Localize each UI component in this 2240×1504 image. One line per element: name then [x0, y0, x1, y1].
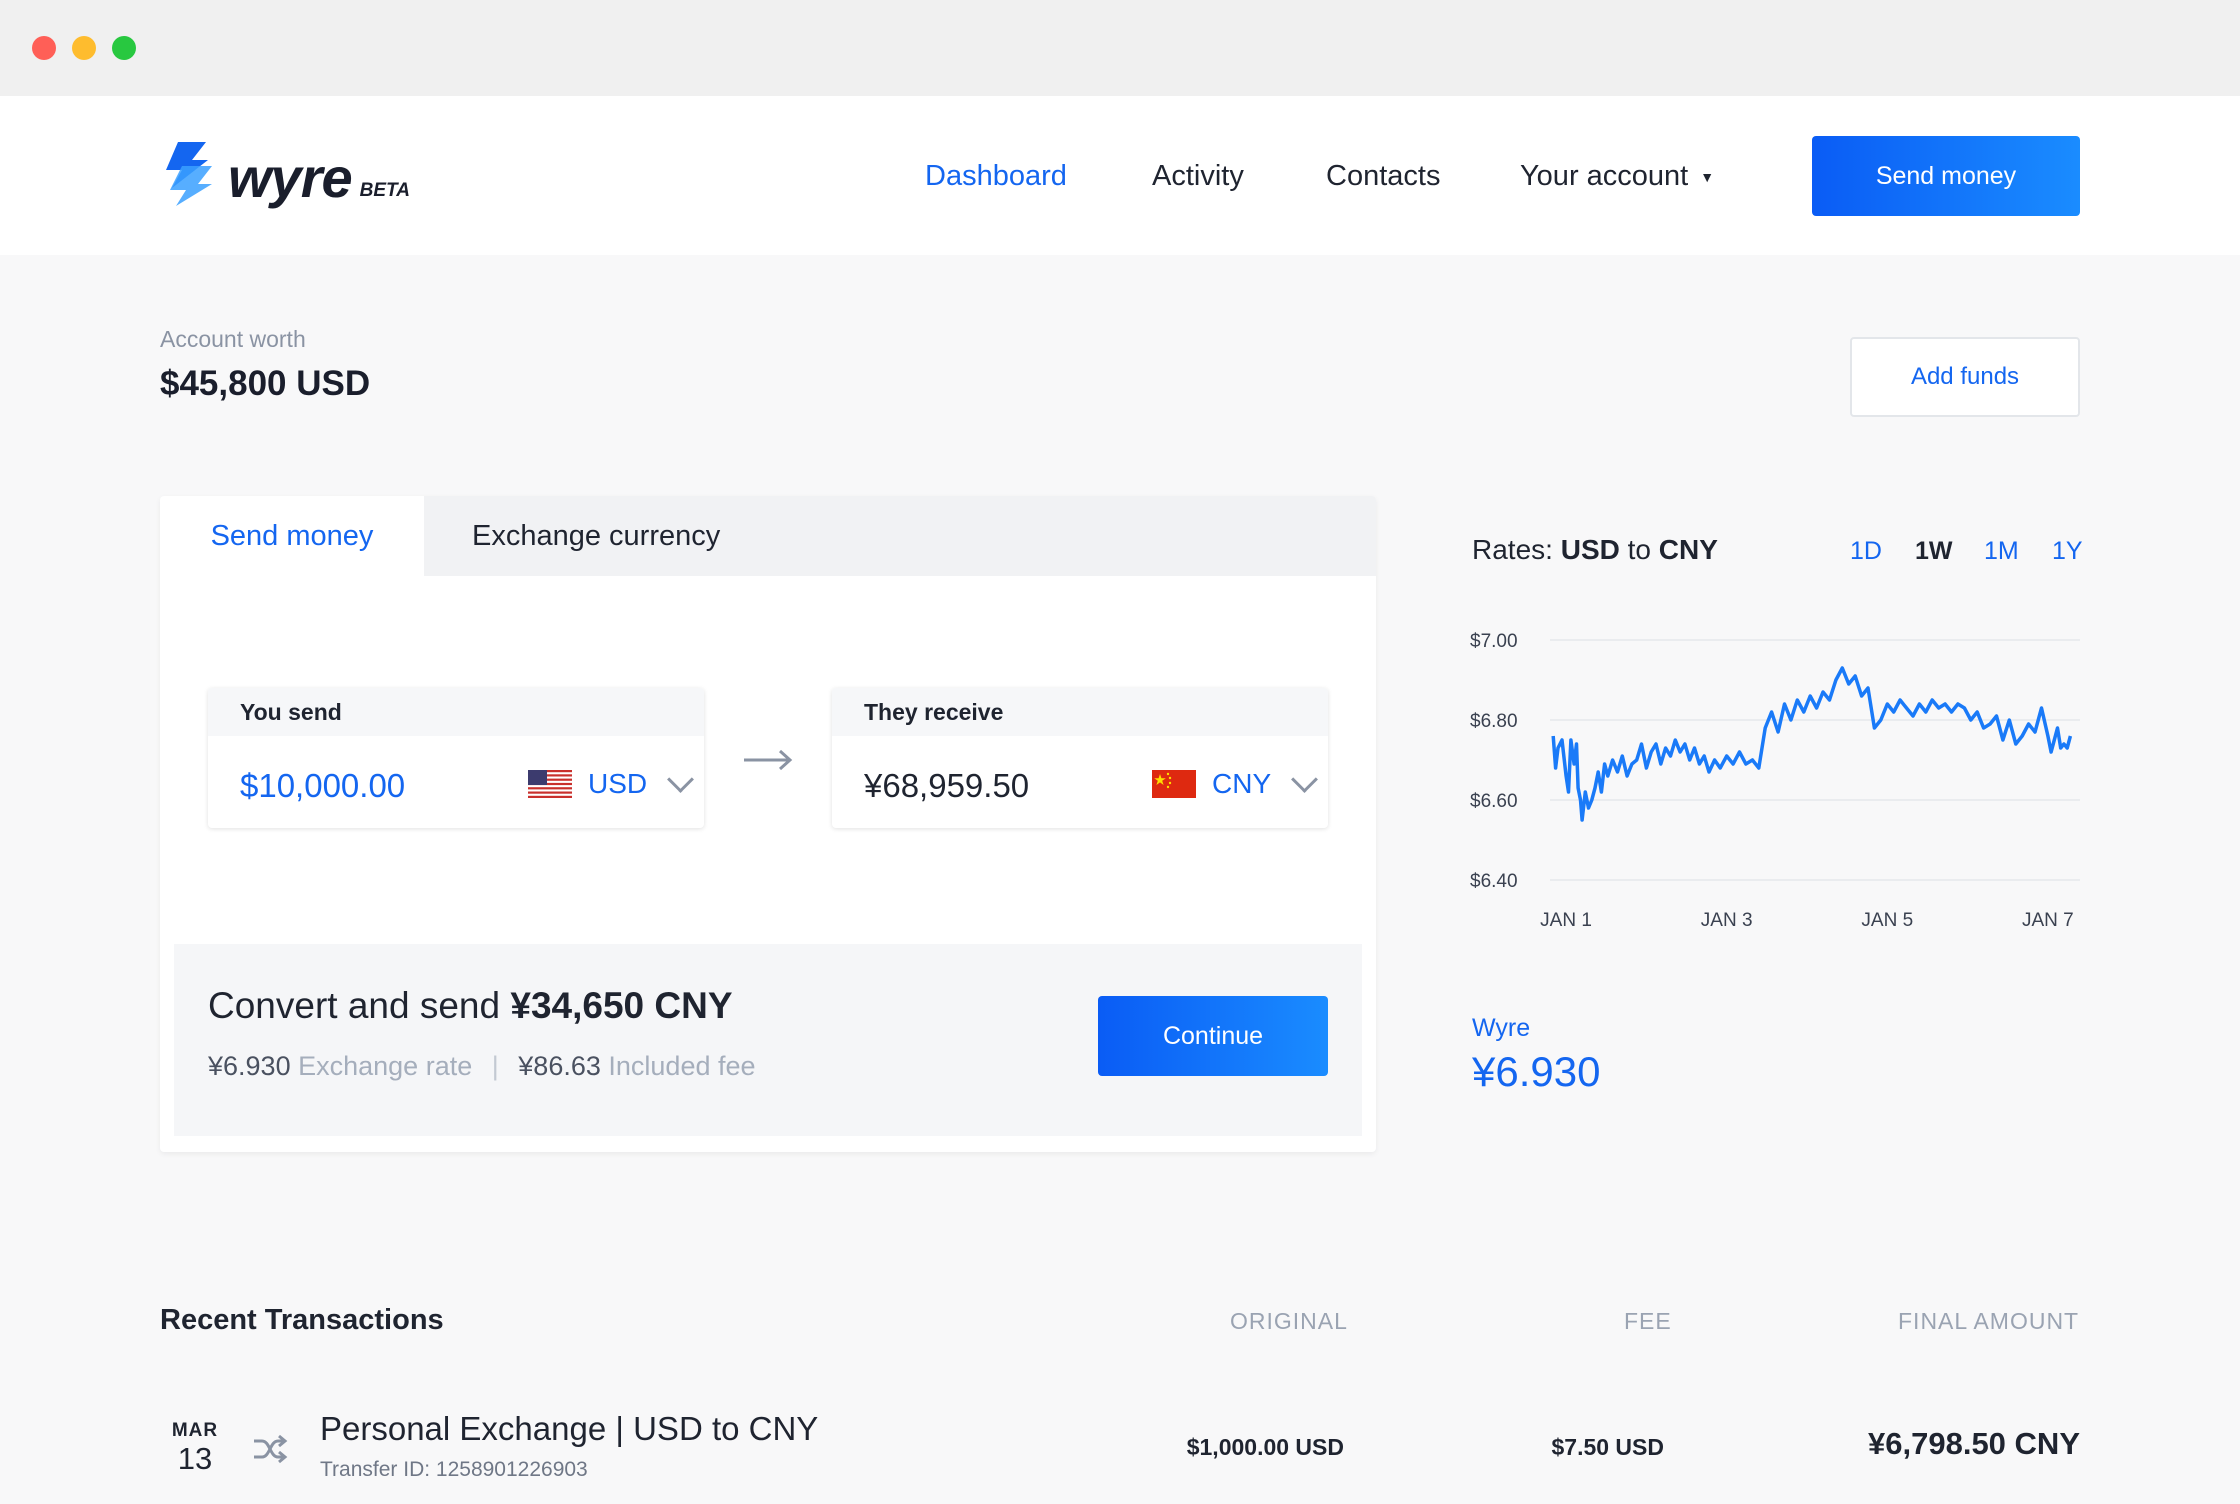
provider-name: Wyre — [1472, 1014, 1531, 1042]
receive-currency-select[interactable]: CNY — [1152, 765, 1319, 800]
nav-send-money-button[interactable]: Send money — [1812, 136, 2080, 216]
caret-down-icon: ▼ — [1700, 169, 1715, 186]
transaction-title: Personal Exchange | USD to CNY — [320, 1410, 819, 1447]
brand-name: wyre — [228, 146, 353, 209]
y-tick-label: $6.80 — [1470, 711, 1518, 732]
rates-title-prefix: Rates: — [1472, 534, 1553, 565]
account-worth-label: Account worth — [160, 326, 306, 352]
add-funds-button[interactable]: Add funds — [1850, 337, 2080, 417]
rate-value: ¥6.930 — [208, 1051, 291, 1081]
transaction-original: $1,000.00 USD — [1186, 1434, 1344, 1460]
details-separator: | — [491, 1051, 499, 1081]
receive-amount-input[interactable]: ¥68,959.50 — [864, 766, 1029, 806]
convert-details: ¥6.930 Exchange rate | ¥86.63 Included f… — [208, 1048, 756, 1084]
nav-your-account[interactable]: Your account ▼ — [1520, 156, 1714, 197]
us-flag-icon — [528, 770, 572, 798]
column-original: ORIGINAL — [1230, 1308, 1348, 1334]
transaction-date: MAR 13 — [170, 1420, 220, 1476]
y-tick-label: $6.40 — [1470, 871, 1518, 892]
transaction-row[interactable]: MAR 13 Personal Exchange | USD to CNY Tr… — [160, 1400, 2080, 1504]
nav-dashboard-label: Dashboard — [925, 160, 1067, 192]
y-tick-label: $6.60 — [1470, 791, 1518, 812]
account-worth-value: $45,800 USD — [160, 364, 371, 403]
rates-from: USD — [1560, 534, 1620, 565]
send-currency-code: USD — [588, 768, 648, 799]
nav-send-money-label: Send money — [1875, 161, 2017, 190]
x-tick-label: JAN 5 — [1861, 910, 1913, 931]
rate-chart: $7.00 $6.80 $6.60 $6.40 JAN 1 JAN 3 JAN 5 JAN 7 — [1470, 631, 2080, 931]
x-tick-label: JAN 3 — [1701, 910, 1753, 931]
add-funds-label: Add funds — [1910, 363, 2020, 390]
range-1d-button[interactable]: 1D — [1850, 534, 1882, 568]
column-final-amount: FINAL AMOUNT — [1898, 1308, 2080, 1334]
arrow-right-icon — [744, 749, 793, 771]
window-titlebar — [0, 0, 2240, 96]
fee-value: ¥86.63 — [518, 1051, 601, 1081]
minimize-window-icon[interactable] — [72, 36, 96, 60]
send-currency-select[interactable]: USD — [528, 765, 695, 800]
convert-amount: ¥34,650 CNY — [510, 985, 733, 1026]
chevron-down-icon — [1291, 765, 1319, 793]
brand-logo[interactable]: wyre BETA — [160, 142, 410, 206]
y-tick-label: $7.00 — [1470, 631, 1518, 652]
receive-currency-code: CNY — [1212, 768, 1272, 799]
series-line — [1551, 666, 2073, 822]
convert-summary-title: Convert and send ¥34,650 CNY — [208, 984, 733, 1028]
transaction-fee: $7.50 USD — [1551, 1434, 1664, 1460]
nav-activity[interactable]: Activity — [1152, 156, 1244, 196]
range-1m-button[interactable]: 1M — [1984, 534, 2019, 568]
transaction-id: Transfer ID: 1258901226903 — [320, 1458, 588, 1481]
send-field-label: You send — [208, 688, 704, 736]
provider-rate: ¥6.930 — [1472, 1048, 1601, 1095]
nav-your-account-label: Your account — [1520, 160, 1689, 192]
transaction-day: 13 — [177, 1441, 213, 1476]
nav-dashboard[interactable]: Dashboard — [925, 156, 1067, 196]
tab-send-money[interactable]: Send money — [160, 496, 424, 576]
transaction-final-amount: ¥6,798.50 CNY — [1868, 1426, 2080, 1461]
nav-contacts-label: Contacts — [1326, 160, 1441, 192]
wyre-logo-icon — [166, 142, 212, 206]
nav-contacts[interactable]: Contacts — [1326, 156, 1440, 196]
transfer-card: Send money Exchange currency You send $1… — [160, 496, 1376, 1152]
recent-transactions-title: Recent Transactions — [160, 1304, 444, 1336]
rates-title: Rates: USD to CNY — [1472, 530, 1718, 570]
rate-label: Exchange rate — [298, 1051, 473, 1081]
convert-summary: Convert and send ¥34,650 CNY ¥6.930 Exch… — [174, 944, 1362, 1136]
continue-label: Continue — [1162, 1021, 1264, 1050]
range-1y-button[interactable]: 1Y — [2052, 534, 2083, 568]
x-tick-label: JAN 7 — [2022, 910, 2074, 931]
x-tick-label: JAN 1 — [1540, 910, 1592, 931]
fee-label: Included fee — [608, 1051, 756, 1081]
send-amount-field[interactable]: You send $10,000.00 USD — [208, 688, 704, 828]
chevron-down-icon — [667, 765, 695, 793]
tab-exchange-currency-label: Exchange currency — [472, 519, 721, 552]
receive-amount-field[interactable]: They receive ¥68,959.50 CNY — [832, 688, 1328, 828]
shuffle-icon — [254, 1434, 288, 1464]
column-fee: FEE — [1624, 1308, 1672, 1334]
tab-exchange-currency[interactable]: Exchange currency — [472, 496, 720, 576]
range-1w-button[interactable]: 1W — [1915, 534, 1953, 568]
convert-prefix: Convert and send — [208, 985, 501, 1026]
tab-send-money-label: Send money — [210, 519, 374, 552]
beta-badge: BETA — [359, 180, 410, 201]
receive-field-label: They receive — [832, 688, 1328, 736]
continue-button[interactable]: Continue — [1098, 996, 1328, 1076]
maximize-window-icon[interactable] — [112, 36, 136, 60]
rates-connector: to — [1627, 534, 1651, 565]
cn-flag-icon — [1152, 770, 1196, 798]
close-window-icon[interactable] — [32, 36, 56, 60]
transaction-month: MAR — [171, 1420, 219, 1441]
nav-activity-label: Activity — [1152, 160, 1244, 192]
send-amount-input[interactable]: $10,000.00 — [240, 766, 405, 806]
rates-to: CNY — [1658, 534, 1718, 565]
